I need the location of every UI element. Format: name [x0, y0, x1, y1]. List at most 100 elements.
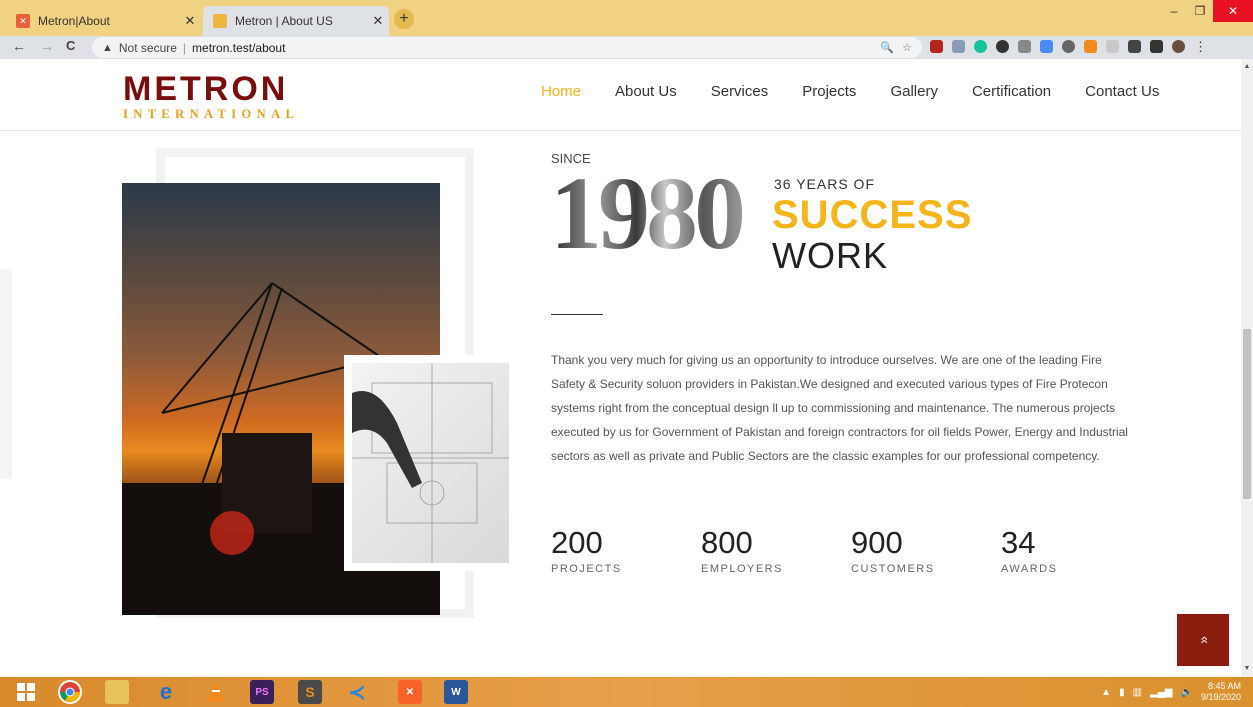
network-icon[interactable]: ▥	[1133, 687, 1142, 698]
cc-extension-icon[interactable]	[1062, 40, 1075, 53]
camera-extension-icon[interactable]	[1018, 40, 1031, 53]
separator: |	[182, 40, 187, 55]
zoom-icon[interactable]: 🔍	[880, 41, 894, 54]
vscode-taskbar-icon[interactable]: ≺	[345, 680, 369, 704]
internet-explorer-taskbar-icon[interactable]: e	[154, 679, 178, 704]
forward-arrow-icon[interactable]: →	[40, 38, 54, 54]
xampp-taskbar-icon[interactable]: ✕	[398, 680, 422, 704]
extension-icons: ⋮	[930, 40, 1207, 53]
system-clock[interactable]: 8:45 AM 9/19/2020	[1201, 681, 1241, 703]
signal-icon[interactable]: ▂▄▆	[1150, 687, 1172, 698]
windows-taskbar: e PS S ≺ ✕ W ▲ ▮ ▥ ▂▄▆ 🔈 8:45 AM 9/19/20…	[0, 677, 1253, 707]
logo-wordmark: METRON	[123, 70, 289, 108]
new-tab-button[interactable]: +	[394, 9, 414, 29]
sync-extension-icon[interactable]	[996, 40, 1009, 53]
browser-tab-bar: ✕ Metron|About ✕ Metron | About US ✕ + –…	[0, 0, 1253, 36]
url-text[interactable]: metron.test/about	[192, 41, 285, 55]
back-arrow-icon[interactable]: ←	[12, 38, 26, 54]
stat-label: CUSTOMERS	[851, 563, 935, 575]
scroll-up-icon[interactable]: ▲	[1241, 61, 1253, 73]
nav-home[interactable]: Home	[541, 83, 581, 100]
stat-employers: 800 EMPLOYERS	[701, 525, 783, 575]
stat-customers: 900 CUSTOMERS	[851, 525, 935, 575]
decorative-side-bar	[0, 269, 12, 479]
chrome-taskbar-icon[interactable]	[58, 680, 82, 704]
system-tray: ▲ ▮ ▥ ▂▄▆ 🔈 8:45 AM 9/19/2020	[1101, 677, 1241, 707]
profile-avatar[interactable]	[1172, 40, 1185, 53]
security-label: Not secure	[118, 40, 177, 55]
section-divider	[551, 314, 603, 315]
stat-value: 34	[1001, 525, 1036, 560]
file-explorer-taskbar-icon[interactable]	[105, 680, 129, 704]
blueprint-image	[352, 363, 509, 563]
tab-title: Metron | About US	[235, 14, 333, 28]
puzzle-extensions-icon[interactable]	[1150, 40, 1163, 53]
warning-icon[interactable]: ▲	[102, 42, 113, 54]
site-header: METRON INTERNATIONAL Home About Us Servi…	[0, 59, 1241, 131]
blueprint-drawing	[352, 363, 509, 563]
nav-services[interactable]: Services	[711, 83, 769, 100]
page-scrollbar[interactable]: ▲ ▼	[1241, 59, 1253, 677]
screenshot-extension-icon[interactable]	[1128, 40, 1141, 53]
back-to-top-button[interactable]: »	[1177, 614, 1229, 666]
word-taskbar-icon[interactable]: W	[444, 680, 468, 704]
stat-value: 900	[851, 525, 903, 560]
tab-close-icon[interactable]: ✕	[367, 13, 389, 29]
clock-date: 9/19/2020	[1200, 692, 1241, 702]
tray-expand-icon[interactable]: ▲	[1101, 687, 1111, 698]
nav-contact-us[interactable]: Contact Us	[1085, 83, 1159, 100]
translate-extension-icon[interactable]	[1040, 40, 1053, 53]
vlc-taskbar-icon[interactable]	[204, 680, 228, 704]
shield-extension-icon[interactable]	[1106, 40, 1119, 53]
blueprint-hand-photo	[344, 355, 517, 571]
intro-paragraph: Thank you very much for giving us an opp…	[551, 353, 1128, 463]
maximize-button[interactable]: ❐	[1187, 0, 1213, 22]
pdf-extension-icon[interactable]	[930, 40, 943, 53]
download-extension-icon[interactable]	[952, 40, 965, 53]
scroll-down-icon[interactable]: ▼	[1241, 663, 1253, 675]
battery-icon[interactable]: ▮	[1119, 687, 1125, 698]
logo-subtitle: INTERNATIONAL	[123, 107, 300, 121]
honey-extension-icon[interactable]	[1084, 40, 1097, 53]
tab-metron-about-us[interactable]: Metron | About US ✕	[203, 6, 389, 36]
page-favicon-icon	[213, 14, 227, 28]
sublime-text-taskbar-icon[interactable]: S	[298, 680, 322, 704]
stat-projects: 200 PROJECTS	[551, 525, 622, 575]
stat-awards: 34 AWARDS	[1001, 525, 1057, 575]
metron-logo[interactable]: METRON INTERNATIONAL	[123, 70, 313, 123]
reload-icon[interactable]: C	[66, 38, 75, 53]
close-window-button[interactable]: ✕	[1213, 0, 1253, 22]
success-heading: SUCCESS	[772, 193, 973, 237]
work-heading: WORK	[772, 235, 888, 276]
tab-metron-about[interactable]: ✕ Metron|About ✕	[6, 6, 201, 36]
scrollbar-thumb[interactable]	[1243, 329, 1251, 499]
address-bar[interactable]: ▲ Not secure | metron.test/about 🔍 ☆	[92, 37, 922, 58]
browser-toolbar: ← → C ▲ Not secure | metron.test/about 🔍…	[0, 36, 1253, 59]
stat-label: PROJECTS	[551, 563, 622, 575]
nav-projects[interactable]: Projects	[802, 83, 856, 100]
main-navigation: Home About Us Services Projects Gallery …	[541, 83, 1193, 100]
stat-value: 200	[551, 525, 603, 560]
grammarly-extension-icon[interactable]	[974, 40, 987, 53]
nav-certification[interactable]: Certification	[972, 83, 1051, 100]
tab-title: Metron|About	[38, 14, 110, 28]
tab-close-icon[interactable]: ✕	[179, 13, 201, 29]
founded-year: 1980	[550, 156, 746, 271]
xampp-favicon-icon: ✕	[16, 14, 30, 28]
years-of-label: 36 YEARS OF	[774, 176, 876, 192]
omnibox-actions: 🔍 ☆	[880, 37, 912, 58]
browser-menu-icon[interactable]: ⋮	[1194, 40, 1207, 53]
volume-icon[interactable]: 🔈	[1181, 687, 1193, 698]
minimize-button[interactable]: –	[1161, 0, 1187, 22]
nav-about-us[interactable]: About Us	[615, 83, 677, 100]
bookmark-star-icon[interactable]: ☆	[902, 41, 912, 54]
phpstorm-taskbar-icon[interactable]: PS	[250, 680, 274, 704]
stat-value: 800	[701, 525, 753, 560]
chevron-up-icon: »	[1194, 636, 1211, 644]
window-controls: – ❐ ✕	[1161, 0, 1253, 22]
clock-time: 8:45 AM	[1207, 681, 1241, 691]
stat-label: AWARDS	[1001, 563, 1058, 575]
nav-gallery[interactable]: Gallery	[890, 83, 938, 100]
stat-label: EMPLOYERS	[701, 563, 783, 575]
windows-start-icon[interactable]	[14, 680, 38, 704]
